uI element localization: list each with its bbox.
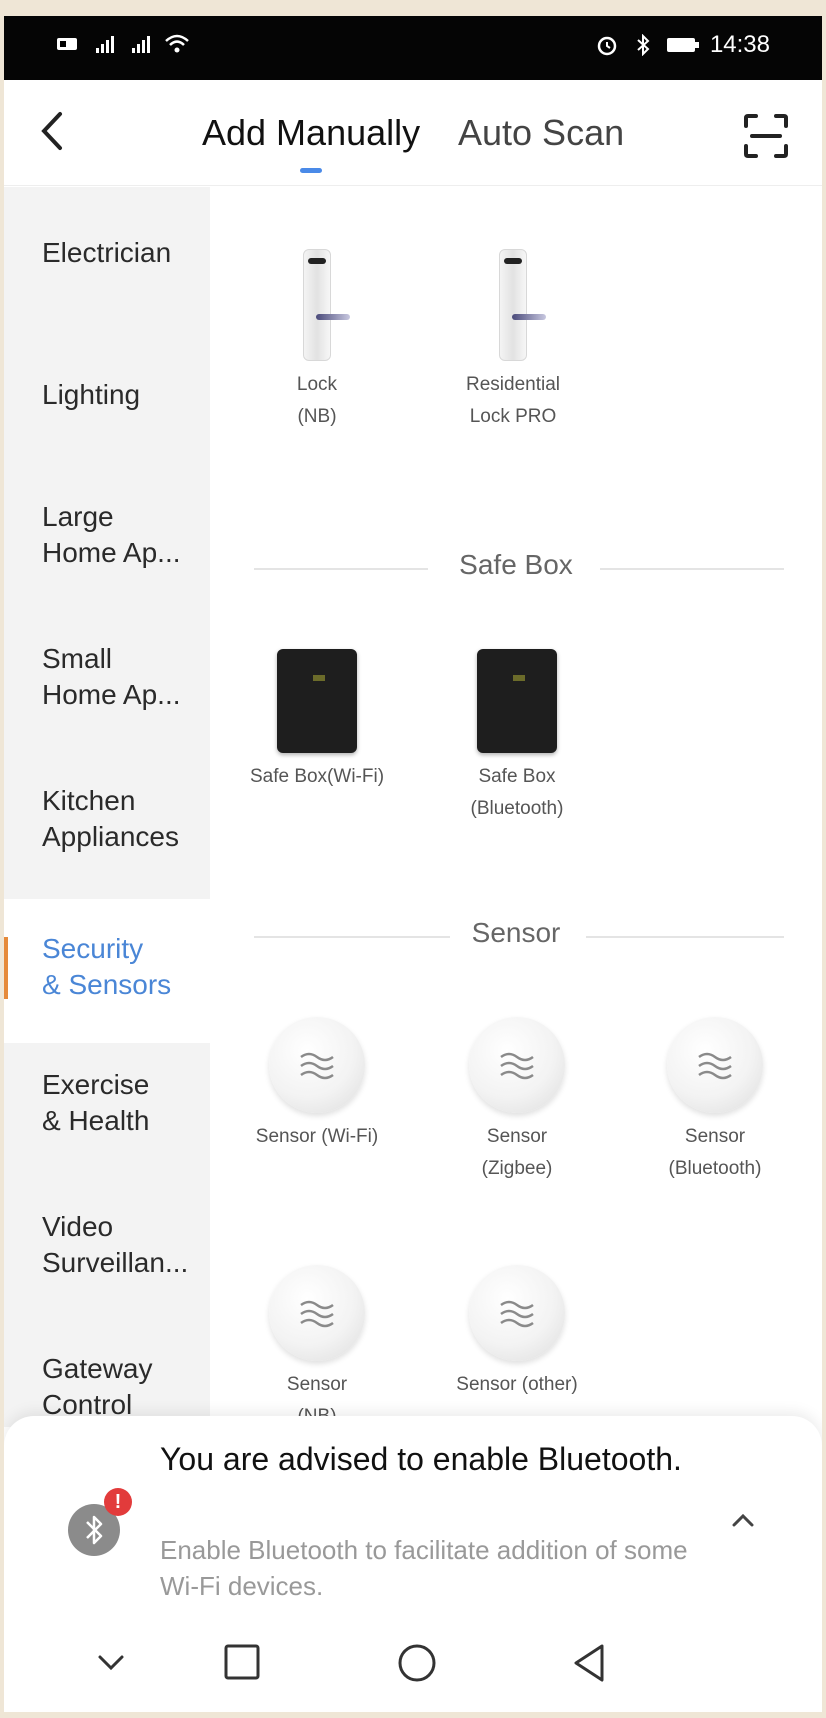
battery-icon — [666, 38, 699, 52]
device-label: Sensor (other) — [456, 1374, 578, 1395]
sidebar-item-large-home-appliances[interactable]: Large Home Ap... — [42, 499, 212, 571]
sidebar-item-electrician[interactable]: Electrician — [42, 235, 212, 271]
status-bar: 14:38 — [4, 16, 822, 80]
bluetooth-notice-card[interactable]: ! You are advised to enable Bluetooth. E… — [4, 1416, 822, 1616]
recent-apps-icon[interactable] — [222, 1642, 262, 1682]
sidebar-item-video-surveillance[interactable]: Video Surveillan... — [42, 1209, 212, 1281]
chevron-left-icon[interactable] — [34, 106, 70, 156]
phone-screen: 14:38 Add Manually Auto Scan Electrician… — [4, 16, 822, 1712]
home-icon[interactable] — [396, 1642, 438, 1684]
active-category-indicator — [4, 937, 8, 999]
hd-icon — [57, 38, 77, 50]
active-tab-indicator — [300, 168, 322, 173]
device-label: Lock (NB) — [296, 374, 338, 427]
notice-body: Enable Bluetooth to facilitate addition … — [160, 1535, 688, 1601]
section-header-safe-box: Safe Box — [210, 549, 822, 589]
status-time: 14:38 — [709, 31, 770, 58]
signal-icon — [96, 36, 114, 53]
device-tile-sensor-zigbee[interactable]: Sensor (Zigbee) — [422, 1017, 612, 1185]
alert-badge: ! — [104, 1488, 132, 1516]
wifi-icon — [165, 34, 189, 53]
device-tile-safe-box-bluetooth[interactable]: Safe Box (Bluetooth) — [422, 649, 612, 825]
sensor-icon — [667, 1017, 763, 1113]
sidebar-item-gateway-control[interactable]: Gateway Control — [42, 1351, 212, 1423]
sidebar-item-small-home-appliances[interactable]: Small Home Ap... — [42, 641, 212, 713]
header: Add Manually Auto Scan — [4, 80, 822, 186]
device-label: Safe Box(Wi-Fi) — [249, 766, 385, 787]
sensor-icon — [469, 1017, 565, 1113]
tab-auto-scan[interactable]: Auto Scan — [458, 112, 624, 154]
system-nav-bar — [4, 1616, 822, 1712]
chevron-down-icon[interactable] — [94, 1652, 128, 1674]
sidebar-item-security-sensors[interactable]: Security & Sensors — [42, 931, 212, 1003]
sidebar-item-exercise-health[interactable]: Exercise & Health — [42, 1067, 212, 1139]
tab-add-manually[interactable]: Add Manually — [202, 112, 420, 154]
device-tile-safe-box-wifi[interactable]: Safe Box(Wi-Fi) — [222, 649, 412, 793]
door-lock-icon — [499, 249, 546, 361]
category-sidebar: Electrician Lighting Large Home Ap... Sm… — [4, 187, 210, 1427]
chevron-up-icon[interactable] — [728, 1510, 758, 1530]
sensor-icon — [269, 1017, 365, 1113]
notice-title: You are advised to enable Bluetooth. — [160, 1441, 682, 1477]
sensor-icon — [269, 1265, 365, 1361]
device-tile-sensor-wifi[interactable]: Sensor (Wi-Fi) — [222, 1017, 412, 1153]
door-lock-icon — [303, 249, 350, 361]
bluetooth-icon — [637, 34, 650, 56]
device-label: Residential Lock PRO — [466, 374, 560, 427]
sensor-icon — [469, 1265, 565, 1361]
scan-icon[interactable] — [742, 112, 790, 160]
section-title: Safe Box — [459, 549, 573, 580]
device-label: Safe Box (Bluetooth) — [470, 766, 564, 819]
device-label: Sensor (Wi-Fi) — [255, 1126, 379, 1147]
device-tile-sensor-other[interactable]: Sensor (other) — [422, 1265, 612, 1401]
sidebar-item-lighting[interactable]: Lighting — [42, 377, 212, 413]
section-header-sensor: Sensor — [210, 917, 822, 957]
device-tile-sensor-bluetooth[interactable]: Sensor (Bluetooth) — [620, 1017, 810, 1185]
device-label: Sensor (Zigbee) — [481, 1126, 553, 1179]
device-tile-lock-nb[interactable]: Lock (NB) — [222, 249, 412, 433]
safe-box-icon — [477, 649, 557, 753]
signal-icon — [132, 36, 150, 53]
device-tile-residential-lock-pro[interactable]: Residential Lock PRO — [418, 249, 608, 433]
device-label: Sensor (Bluetooth) — [668, 1126, 762, 1179]
section-title: Sensor — [471, 917, 561, 948]
device-tile-sensor-nb[interactable]: Sensor (NB) — [222, 1265, 412, 1433]
back-icon[interactable] — [570, 1642, 608, 1684]
safe-box-icon — [277, 649, 357, 753]
sidebar-item-kitchen-appliances[interactable]: Kitchen Appliances — [42, 783, 212, 855]
device-list: Lock (NB) Residential Lock PRO Safe Box … — [210, 187, 822, 1427]
alarm-icon — [597, 36, 617, 56]
